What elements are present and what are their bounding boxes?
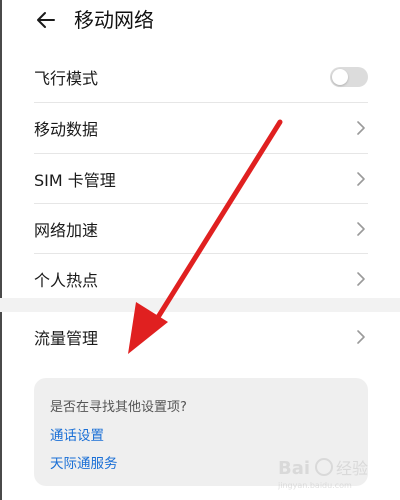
row-label: SIM 卡管理 <box>34 171 116 190</box>
row-sim-management[interactable]: SIM 卡管理 <box>34 154 370 204</box>
row-personal-hotspot[interactable]: 个人热点 <box>34 254 370 304</box>
arrow-left-icon <box>37 12 55 28</box>
chevron-right-icon <box>357 172 365 186</box>
row-label: 网络加速 <box>34 221 99 240</box>
app-header: 移动网络 <box>0 0 400 44</box>
chevron-right-icon <box>357 330 365 344</box>
back-button[interactable] <box>30 6 62 34</box>
row-data-usage-management[interactable]: 流量管理 <box>34 312 370 362</box>
svg-text:Bai: Bai <box>278 458 310 479</box>
chevron-right-icon <box>357 222 365 236</box>
left-edge-border <box>0 0 2 500</box>
section-separator <box>0 298 400 312</box>
row-label: 移动数据 <box>34 120 99 139</box>
chevron-right-icon <box>357 272 365 286</box>
row-network-acceleration[interactable]: 网络加速 <box>34 204 370 254</box>
suggestions-question: 是否在寻找其他设置项? <box>50 400 187 415</box>
row-label: 个人热点 <box>34 271 99 290</box>
skytone-service-link[interactable]: 天际通服务 <box>50 452 118 472</box>
row-label: 流量管理 <box>34 329 99 348</box>
toggle-knob <box>332 69 348 85</box>
page-title: 移动网络 <box>74 8 154 32</box>
svg-text:经验: 经验 <box>336 459 368 478</box>
airplane-mode-toggle[interactable] <box>330 67 368 87</box>
svg-text:jingyan.baidu.com: jingyan.baidu.com <box>278 481 352 490</box>
chevron-right-icon <box>357 121 365 135</box>
row-airplane-mode[interactable]: 飞行模式 <box>34 52 370 102</box>
call-settings-link[interactable]: 通话设置 <box>50 424 104 444</box>
baidu-jingyan-watermark-logo: Bai 经验 jingyan.baidu.com <box>278 458 368 490</box>
row-mobile-data[interactable]: 移动数据 <box>34 103 370 153</box>
row-label: 飞行模式 <box>34 69 99 88</box>
